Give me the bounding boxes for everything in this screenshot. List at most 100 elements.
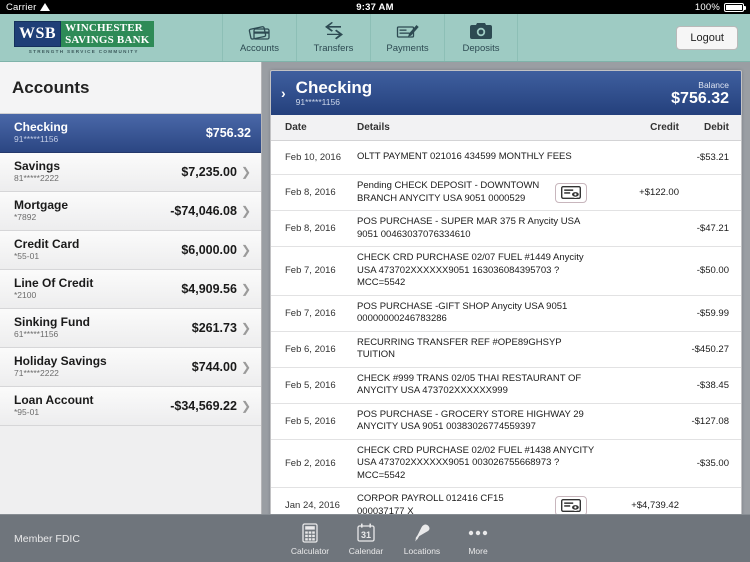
main-content: Accounts Checking 91*****1156 $756.32 Savin… — [0, 62, 750, 562]
accounts-list[interactable]: Checking 91*****1156 $756.32 Savings 81*****… — [0, 114, 261, 562]
account-number: 81*****2222 — [14, 173, 59, 183]
transaction-date: Feb 10, 2016 — [285, 152, 341, 163]
account-number: 61*****1156 — [14, 329, 59, 339]
transaction-row[interactable]: Feb 8, 2016 Pending CHECK DEPOSIT - DOWNT… — [271, 175, 741, 211]
transaction-row[interactable]: Feb 7, 2016 POS PURCHASE -GIFT SHOP Anyci… — [271, 296, 741, 332]
account-name: Sinking Fund — [14, 315, 90, 329]
account-name: Savings — [14, 159, 61, 173]
sidebar-item-holiday-savings[interactable]: Holiday Savings 71*****2222 $744.00 ❯ — [0, 348, 261, 387]
transaction-details-cell: POS PURCHASE - SUPER MAR 375 R Anycity U… — [357, 216, 601, 241]
sidebar-item-sinking-fund[interactable]: Sinking Fund 61*****1156 $261.73 ❯ — [0, 309, 261, 348]
chevron-right-icon: ❯ — [240, 360, 251, 374]
map-pin-icon — [412, 522, 432, 544]
account-name: Line Of Credit — [14, 276, 94, 290]
detail-header: › Checking 91*****1156 Balance $756.32 — [271, 71, 741, 115]
detail-balance: Balance $756.32 — [671, 80, 729, 107]
nav-tab-deposits[interactable]: Deposits — [444, 14, 518, 61]
calendar-icon: 31 — [357, 522, 375, 544]
logo-tagline: STRENGTH SERVICE COMMUNITY — [28, 49, 139, 54]
sidebar-item-checking[interactable]: Checking 91*****1156 $756.32 — [0, 114, 261, 153]
nav-tab-transfers-label: Transfers — [313, 43, 354, 54]
logout-container: Logout — [676, 14, 750, 61]
account-name: Holiday Savings — [14, 354, 107, 368]
nav-tabs: Accounts Transfers Payments Deposits — [222, 14, 518, 61]
chevron-right-icon: ❯ — [240, 204, 251, 218]
transaction-row[interactable]: Feb 8, 2016 POS PURCHASE - SUPER MAR 375 … — [271, 211, 741, 247]
sidebar-item-line-of-credit[interactable]: Line Of Credit *2100 $4,909.56 ❯ — [0, 270, 261, 309]
transaction-debit: -$50.00 — [696, 265, 729, 277]
account-number: *55-01 — [14, 251, 40, 261]
tool-calculator[interactable]: Calculator — [282, 522, 338, 556]
tool-calendar[interactable]: 31 Calendar — [338, 522, 394, 556]
transaction-description: POS PURCHASE -GIFT SHOP Anycity USA 9051… — [357, 300, 568, 325]
chevron-right-icon: ❯ — [240, 282, 251, 296]
transaction-debit: -$59.99 — [696, 307, 729, 319]
transaction-debit: -$35.00 — [696, 457, 729, 469]
transaction-description: OLTT PAYMENT 021016 434599 MONTHLY FEES — [357, 151, 572, 163]
calculator-icon — [302, 522, 318, 544]
transaction-row[interactable]: Feb 5, 2016 CHECK #999 TRANS 02/05 THAI R… — [271, 368, 741, 404]
logout-button[interactable]: Logout — [676, 25, 738, 50]
transaction-description: Pending CHECK DEPOSIT - DOWNTOWN BRANCH … — [357, 180, 540, 204]
collapse-chevron-icon[interactable]: › — [281, 85, 286, 101]
logo-bank-name: WINCHESTER SAVINGS BANK — [61, 21, 154, 47]
account-balance: $7,235.00 — [181, 165, 237, 179]
transaction-row[interactable]: Feb 6, 2016 RECURRING TRANSFER REF #OPE89… — [271, 332, 741, 368]
column-header-date: Date — [285, 122, 307, 133]
transfer-arrows-icon — [323, 21, 345, 41]
sidebar-item-loan-account[interactable]: Loan Account *95-01 -$34,569.22 ❯ — [0, 387, 261, 426]
tool-locations[interactable]: Locations — [394, 522, 450, 556]
transaction-description: CHECK CRD PURCHASE 02/07 FUEL #1449 Anyc… — [357, 252, 584, 288]
balance-amount: $756.32 — [671, 89, 729, 107]
transactions-column-headers: Date Details Credit Debit — [271, 115, 741, 141]
account-name: Checking — [14, 120, 69, 134]
transaction-row[interactable]: Feb 2, 2016 CHECK CRD PURCHASE 02/02 FUEL… — [271, 440, 741, 488]
logo-initials: WSB — [14, 21, 62, 47]
check-image-button[interactable] — [555, 495, 587, 516]
account-name: Loan Account — [14, 393, 94, 407]
column-header-details: Details — [357, 122, 390, 133]
account-balance: $4,909.56 — [181, 282, 237, 296]
logo-bank-name-line1: WINCHESTER — [65, 22, 143, 34]
nav-tab-accounts[interactable]: Accounts — [222, 14, 296, 61]
nav-tab-deposits-label: Deposits — [462, 43, 500, 54]
transaction-row[interactable]: Feb 7, 2016 CHECK CRD PURCHASE 02/07 FUEL… — [271, 247, 741, 296]
account-balance: $261.73 — [191, 321, 237, 335]
sidebar-item-mortgage[interactable]: Mortgage *7892 -$74,046.08 ❯ — [0, 192, 261, 231]
sidebar-item-savings[interactable]: Savings 81*****2222 $7,235.00 ❯ — [0, 153, 261, 192]
tool-calculator-label: Calculator — [290, 545, 330, 556]
transaction-debit: -$38.45 — [696, 379, 729, 391]
brand-logo: WSB WINCHESTER SAVINGS BANK STRENGTH SER… — [0, 14, 222, 61]
transactions-list[interactable]: Feb 10, 2016 OLTT PAYMENT 021016 434599 M… — [271, 141, 741, 547]
transaction-date: Jan 24, 2016 — [285, 500, 340, 511]
transaction-details-cell: POS PURCHASE -GIFT SHOP Anycity USA 9051… — [357, 301, 601, 326]
transaction-description: POS PURCHASE - SUPER MAR 375 R Anycity U… — [357, 216, 580, 240]
nav-tab-payments[interactable]: Payments — [370, 14, 444, 61]
detail-card: › Checking 91*****1156 Balance $756.32 D… — [270, 70, 742, 562]
transaction-row[interactable]: Feb 10, 2016 OLTT PAYMENT 021016 434599 M… — [271, 141, 741, 175]
tool-locations-label: Locations — [403, 545, 441, 556]
member-fdic-label: Member FDIC — [0, 514, 262, 562]
transaction-row[interactable]: Feb 5, 2016 POS PURCHASE - GROCERY STORE … — [271, 404, 741, 440]
chevron-right-icon: ❯ — [240, 321, 251, 335]
ellipsis-icon — [467, 522, 489, 544]
chevron-right-icon: ❯ — [240, 243, 251, 257]
transaction-credit: +$4,739.42 — [631, 500, 679, 511]
transaction-description: RECURRING TRANSFER REF #OPE89GHSYP TUITI… — [357, 336, 562, 361]
tool-more[interactable]: More — [450, 522, 506, 556]
balance-label: Balance — [698, 79, 729, 90]
account-name: Credit Card — [14, 237, 80, 251]
transaction-date: Feb 8, 2016 — [285, 223, 336, 234]
check-image-button[interactable] — [555, 182, 587, 203]
account-number: *95-01 — [14, 407, 40, 417]
chevron-right-icon: ❯ — [240, 165, 251, 179]
tool-calendar-label: Calendar — [348, 545, 384, 556]
transaction-date: Feb 6, 2016 — [285, 343, 336, 355]
transaction-details-cell: RECURRING TRANSFER REF #OPE89GHSYP TUITI… — [357, 337, 601, 362]
account-number: 91*****1156 — [14, 134, 59, 144]
transaction-debit: -$450.27 — [691, 343, 729, 355]
nav-tab-transfers[interactable]: Transfers — [296, 14, 370, 61]
sidebar-item-credit-card[interactable]: Credit Card *55-01 $6,000.00 ❯ — [0, 231, 261, 270]
tool-bar: Calculator 31 Calendar Locations More — [262, 514, 750, 562]
detail-account-name: Checking — [295, 77, 373, 97]
